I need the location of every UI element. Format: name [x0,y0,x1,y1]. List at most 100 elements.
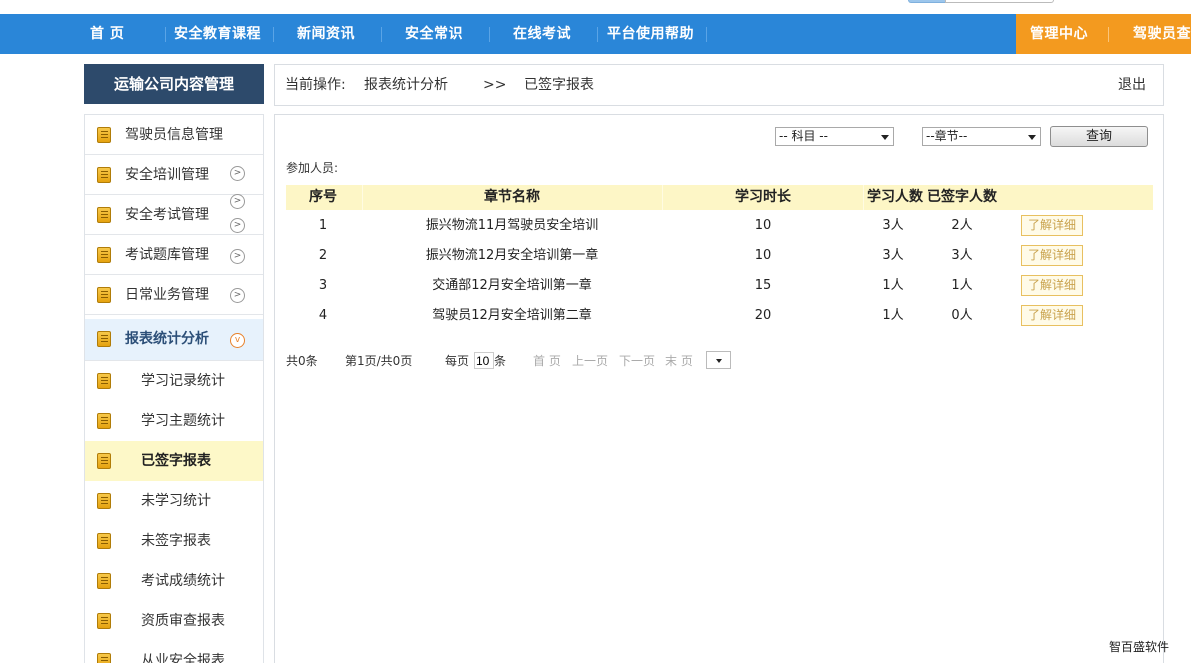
table-header: 序号 章节名称 学习时长 学习人数 已签字人数 [286,185,1153,210]
sidebar-subitem-exam-scores[interactable]: 考试成绩统计 [85,561,263,601]
column-header-duration: 学习时长 [735,189,791,205]
sidebar-subitem-label: 学习主题统计 [141,413,225,429]
pager-next[interactable]: 下一页 [619,353,655,369]
nav-driver-query[interactable]: 驾驶员查 [1133,14,1191,54]
cell-chapter: 驾驶员12月安全培训第二章 [432,308,592,323]
column-header-learners: 学习人数 [867,189,923,205]
book-icon [97,573,111,589]
sidebar-item-label: 考试题库管理 [125,247,209,263]
nav-separator [489,27,490,42]
view-detail-button[interactable]: 了解详细 [1021,215,1083,236]
pager-last[interactable]: 末 页 [665,353,693,369]
chevron-right-icon[interactable]: > [230,288,245,303]
view-detail-button[interactable]: 了解详细 [1021,275,1083,296]
content-panel: -- 科目 -- --章节-- 查询 参加人员: 序号 章节名称 学习时长 学习… [274,114,1164,663]
sidebar-item-daily-business[interactable]: 日常业务管理 > [85,275,263,315]
sidebar-item-driver-info[interactable]: 驾驶员信息管理 [85,115,263,155]
cell-learners: 3人 [882,218,904,233]
cell-no: 1 [318,218,328,233]
nav-safety-knowledge[interactable]: 安全常识 [405,14,463,54]
table-row: 4 驾驶员12月安全培训第二章 20 1人 0人 了解详细 [286,301,1153,331]
cell-duration: 10 [754,218,772,233]
chevron-down-icon [881,135,889,140]
sidebar-item-question-bank[interactable]: 考试题库管理 > [85,235,263,275]
cell-signed: 1人 [951,278,973,293]
cell-learners: 1人 [882,278,904,293]
chevron-right-icon[interactable]: > [230,194,245,209]
chapter-select-value: --章节-- [926,129,968,143]
sidebar-item-safety-training[interactable]: 安全培训管理 > [85,155,263,195]
chevron-right-icon[interactable]: > [230,249,245,264]
sidebar-item-label: 报表统计分析 [125,331,209,347]
column-divider [362,185,363,210]
book-icon [97,331,111,347]
nav-management-center[interactable]: 管理中心 [1030,14,1088,54]
subject-select[interactable]: -- 科目 -- [775,127,894,146]
cell-chapter: 振兴物流11月驾驶员安全培训 [425,218,599,233]
pager-first[interactable]: 首 页 [533,353,561,369]
sidebar-subitem-label: 未签字报表 [141,533,211,549]
sidebar-item-label: 日常业务管理 [125,287,209,303]
view-detail-button[interactable]: 了解详细 [1021,305,1083,326]
table-row: 3 交通部12月安全培训第一章 15 1人 1人 了解详细 [286,271,1153,301]
book-icon [97,287,111,303]
cell-chapter: 振兴物流12月安全培训第一章 [425,248,599,263]
sidebar-subitem-label: 学习记录统计 [141,373,225,389]
sidebar-subitem-qualification-review[interactable]: 资质审查报表 [85,601,263,641]
cell-duration: 10 [754,248,772,263]
top-control-fragment[interactable] [908,0,946,3]
book-icon [97,373,111,389]
logout-link[interactable]: 退出 [1118,65,1146,105]
book-icon [97,413,111,429]
sidebar-subitem-label: 从业安全报表 [141,653,225,663]
sidebar-subitem-study-records[interactable]: 学习记录统计 [85,361,263,401]
breadcrumb-section[interactable]: 报表统计分析 [364,65,448,105]
sidebar-subitem-label: 未学习统计 [141,493,211,509]
sidebar-subitem-study-topics[interactable]: 学习主题统计 [85,401,263,441]
watermark-text: 智百盛软件 [1109,640,1170,654]
book-icon [97,453,111,469]
sidebar-item-label: 驾驶员信息管理 [125,127,223,143]
chevron-right-icon[interactable]: > [230,218,245,233]
sidebar-subitem-label: 已签字报表 [141,453,211,469]
cell-signed: 2人 [951,218,973,233]
sidebar-subitem-label: 资质审查报表 [141,613,225,629]
nav-platform-help[interactable]: 平台使用帮助 [607,14,694,54]
book-icon [97,533,111,549]
sidebar-subitem-unsigned-report[interactable]: 未签字报表 [85,521,263,561]
pager-prev[interactable]: 上一页 [572,353,608,369]
nav-news[interactable]: 新闻资讯 [297,14,355,54]
sidebar-subitem-unstudied[interactable]: 未学习统计 [85,481,263,521]
column-header-no: 序号 [309,189,337,205]
sidebar-subitem-label: 考试成绩统计 [141,573,225,589]
nav-separator [165,27,166,42]
sidebar-subitem-signed-report[interactable]: 已签字报表 [85,441,263,481]
chevron-down-icon[interactable]: v [230,333,245,348]
nav-home[interactable]: 首 页 [90,14,124,54]
query-button[interactable]: 查询 [1050,126,1148,147]
sidebar-item-report-analysis[interactable]: 报表统计分析 v [85,319,263,361]
sidebar-item-safety-exam[interactable]: 安全考试管理 > > [85,194,263,235]
participants-label: 参加人员: [286,161,339,175]
nav-admin-area: 管理中心 驾驶员查 [1016,14,1191,54]
chevron-right-icon[interactable]: > [230,166,245,181]
cell-duration: 20 [754,308,772,323]
sidebar-subitem-occupational-safety[interactable]: 从业安全报表 [85,641,263,663]
book-icon [97,247,111,263]
nav-safety-courses[interactable]: 安全教育课程 [174,14,261,54]
nav-online-exam[interactable]: 在线考试 [513,14,571,54]
main-nav: 首 页 安全教育课程 新闻资讯 安全常识 在线考试 平台使用帮助 管理中心 驾驶… [0,14,1191,54]
chapter-select[interactable]: --章节-- [922,127,1041,146]
nav-separator [706,27,707,42]
table-row: 1 振兴物流11月驾驶员安全培训 10 3人 2人 了解详细 [286,211,1153,241]
cell-no: 3 [318,278,328,293]
top-control-fragment-right[interactable] [945,0,1054,3]
nav-separator [1108,27,1109,42]
pager-total: 共0条 [286,354,318,368]
sidebar: 驾驶员信息管理 安全培训管理 > 安全考试管理 > > 考试题库管理 > 日常业… [84,114,264,663]
view-detail-button[interactable]: 了解详细 [1021,245,1083,266]
book-icon [97,653,111,663]
page-jump-select[interactable] [706,351,731,369]
cell-no: 2 [318,248,328,263]
per-page-input[interactable] [474,352,494,369]
